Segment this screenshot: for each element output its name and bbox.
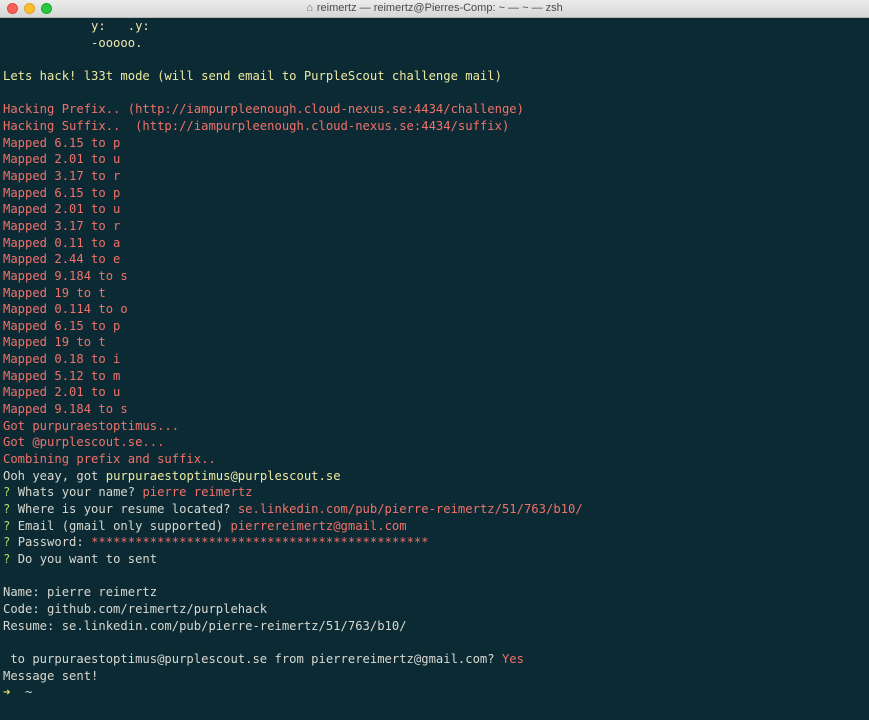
terminal-text: Name: pierre reimertz — [3, 585, 158, 600]
terminal-line: ? Do you want to sent — [3, 551, 859, 568]
terminal-line: Mapped 3.17 to r — [3, 218, 859, 235]
terminal-text: Combining prefix and suffix.. — [3, 452, 216, 467]
terminal-text: ? — [3, 485, 18, 500]
terminal-line: ➜ ~ — [3, 684, 859, 701]
terminal-text: Mapped 3.17 to r — [3, 218, 121, 233]
terminal-text: y: .y: — [3, 19, 150, 33]
home-folder-icon: ⌂ — [306, 2, 313, 14]
terminal-line: Mapped 2.01 to u — [3, 384, 859, 401]
terminal-line: Mapped 9.184 to s — [3, 401, 859, 418]
terminal-line: Mapped 6.15 to p — [3, 185, 859, 202]
terminal-line: y: .y: — [3, 18, 859, 35]
terminal-text: Resume: se.linkedin.com/pub/pierre-reime… — [3, 618, 407, 633]
window-title-wrap: ⌂ reimertz — reimertz@Pierres-Comp: ~ — ~… — [0, 1, 869, 16]
terminal-line: Hacking Prefix.. (http://iampurpleenough… — [3, 101, 859, 118]
terminal-text: Mapped 0.18 to i — [3, 352, 121, 367]
terminal-text: se.linkedin.com/pub/pierre-reimertz/51/7… — [237, 502, 583, 517]
terminal-text: Mapped 6.15 to p — [3, 318, 121, 333]
terminal-text: ? — [3, 518, 18, 533]
terminal-line: Lets hack! l33t mode (will send email to… — [3, 68, 859, 85]
terminal-text: ? — [3, 552, 18, 566]
terminal-line: Mapped 19 to t — [3, 334, 859, 351]
terminal-text: Yes — [501, 651, 524, 666]
terminal-line: to purpuraestoptimus@purplescout.se from… — [3, 651, 859, 668]
terminal-text: Mapped 5.12 to m — [3, 368, 121, 383]
terminal-line: Mapped 6.15 to p — [3, 318, 859, 335]
terminal-line: Mapped 2.01 to u — [3, 201, 859, 218]
terminal-line: Mapped 0.18 to i — [3, 351, 859, 368]
terminal-text: Where is your resume located? — [17, 502, 238, 517]
terminal-line: Message sent! — [3, 668, 859, 685]
terminal-text: Mapped 6.15 to p — [3, 185, 121, 200]
terminal-text: Mapped 0.11 to a — [3, 235, 121, 250]
terminal-line: ? Password: ****************************… — [3, 534, 859, 551]
terminal-text: Lets hack! l33t mode (will send email to… — [3, 68, 502, 83]
prompt-arrow-icon: ➜ — [3, 685, 18, 700]
terminal-line: Mapped 6.15 to p — [3, 135, 859, 152]
terminal-text: Ooh yeay, got — [3, 468, 106, 483]
terminal-line: Mapped 2.01 to u — [3, 151, 859, 168]
terminal-line: Mapped 0.114 to o — [3, 301, 859, 318]
terminal-text: Mapped 2.01 to u — [3, 385, 121, 400]
terminal-text: purpuraestoptimus@purplescout.se — [105, 468, 341, 483]
terminal-text: Do you want to sent — [17, 552, 158, 566]
terminal-line: Mapped 19 to t — [3, 285, 859, 302]
terminal-text: Mapped 3.17 to r — [3, 168, 121, 183]
terminal-line: Mapped 5.12 to m — [3, 368, 859, 385]
terminal-line: Mapped 0.11 to a — [3, 235, 859, 252]
terminal-text: ? — [3, 535, 18, 550]
terminal-text: Mapped 2.44 to e — [3, 252, 121, 267]
terminal-line: Got @purplescout.se... — [3, 434, 859, 451]
terminal-line: Mapped 2.44 to e — [3, 251, 859, 268]
terminal-text: to purpuraestoptimus@purplescout.se from… — [3, 651, 502, 666]
terminal-text: Mapped 19 to t — [3, 335, 106, 350]
terminal-line: ? Email (gmail only supported) pierrerei… — [3, 518, 859, 535]
terminal-text: Mapped 6.15 to p — [3, 135, 121, 150]
terminal-line: Got purpuraestoptimus... — [3, 418, 859, 435]
window-title: reimertz — reimertz@Pierres-Comp: ~ — ~ … — [316, 2, 563, 14]
terminal-text: Mapped 19 to t — [3, 285, 106, 300]
terminal-text: ****************************************… — [91, 535, 429, 550]
terminal-line: Mapped 3.17 to r — [3, 168, 859, 185]
terminal-text: Whats your name? — [17, 485, 143, 500]
terminal-line: -ooooo. — [3, 35, 859, 52]
terminal-line: ? Where is your resume located? se.linke… — [3, 501, 859, 518]
terminal-text: Mapped 2.01 to u — [3, 202, 121, 217]
terminal-text: Mapped 0.114 to o — [3, 302, 128, 317]
terminal-text: Mapped 9.184 to s — [3, 268, 128, 283]
title-bar[interactable]: ⌂ reimertz — reimertz@Pierres-Comp: ~ — ~… — [0, 0, 869, 18]
terminal-text: Email (gmail only supported) — [17, 518, 231, 533]
terminal-line: Hacking Suffix.. (http://iampurpleenough… — [3, 118, 859, 135]
terminal-output[interactable]: y: .y: -ooooo. Lets hack! l33t mode (will… — [3, 18, 859, 701]
terminal-line: ? Whats your name? pierre reimertz — [3, 484, 859, 501]
terminal-line: Resume: se.linkedin.com/pub/pierre-reime… — [3, 618, 859, 635]
terminal-text: ? — [3, 502, 18, 517]
terminal-line: Combining prefix and suffix.. — [3, 451, 859, 468]
terminal-text: Password: — [17, 535, 92, 550]
terminal-line: Mapped 9.184 to s — [3, 268, 859, 285]
terminal-text: Got purpuraestoptimus... — [3, 418, 180, 433]
terminal-text: Hacking Prefix.. (http://iampurpleenough… — [3, 102, 524, 117]
terminal-text: Mapped 9.184 to s — [3, 402, 128, 417]
terminal-text: pierrereimertz@gmail.com — [230, 518, 407, 533]
terminal-text: ~ — [17, 685, 33, 700]
terminal-text: Mapped 2.01 to u — [3, 152, 121, 167]
terminal-scrollbar[interactable] — [861, 18, 869, 720]
terminal-line: Ooh yeay, got purpuraestoptimus@purplesc… — [3, 468, 859, 485]
terminal-text: Hacking Suffix.. (http://iampurpleenough… — [3, 118, 510, 133]
terminal-text: Got @purplescout.se... — [3, 435, 165, 450]
terminal-text: Code: github.com/reimertz/purplehack — [3, 601, 268, 616]
terminal-text: Message sent! — [3, 668, 99, 683]
terminal-text: -ooooo. — [3, 35, 143, 50]
terminal-text: pierre reimertz — [142, 485, 253, 500]
terminal-line: Name: pierre reimertz — [3, 584, 859, 601]
terminal-window: ⌂ reimertz — reimertz@Pierres-Comp: ~ — ~… — [0, 0, 869, 720]
terminal-line: Code: github.com/reimertz/purplehack — [3, 601, 859, 618]
